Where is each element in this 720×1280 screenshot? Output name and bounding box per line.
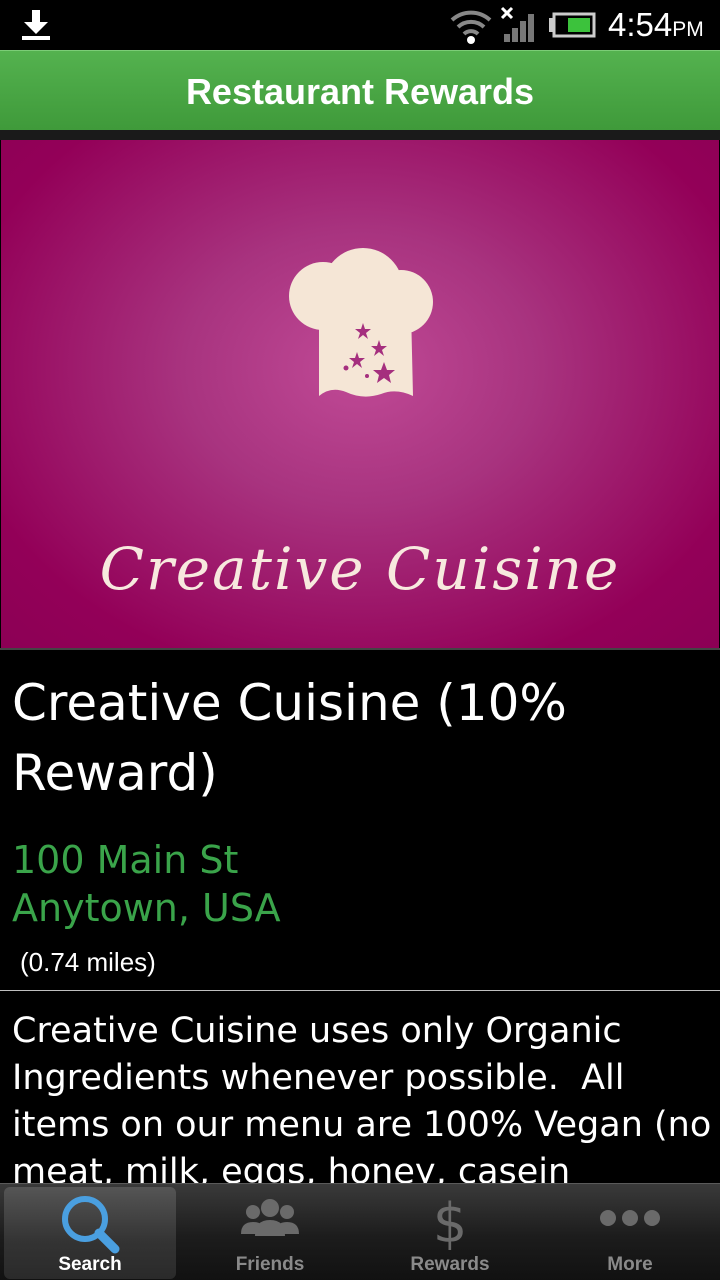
status-bar: 4:54PM xyxy=(0,0,720,50)
signal-icon xyxy=(500,6,534,42)
address-line-2[interactable]: Anytown, USA xyxy=(12,884,281,932)
tab-label: Search xyxy=(58,1254,122,1275)
divider xyxy=(0,648,720,650)
svg-text:$: $ xyxy=(433,1192,467,1252)
restaurant-name: Creative Cuisine (10% Reward) xyxy=(12,674,567,802)
tab-label: Friends xyxy=(235,1254,305,1275)
restaurant-description: Creative Cuisine uses only Organic Ingre… xyxy=(12,1011,712,1184)
bottom-tab-bar: Search Friends $ Rewards More xyxy=(0,1183,720,1280)
battery-icon xyxy=(549,12,596,38)
clock: 4:54PM xyxy=(608,6,704,43)
description-scroll[interactable]: Creative Cuisine uses only Organic Ingre… xyxy=(12,1008,712,1184)
action-bar-shadow xyxy=(0,130,720,140)
distance-label: (0.74 miles) xyxy=(20,947,156,977)
restaurant-logo-image: Creative Cuisine xyxy=(1,140,719,648)
friends-icon xyxy=(241,1199,299,1236)
tab-label: Rewards xyxy=(410,1254,490,1275)
tab-more[interactable]: More xyxy=(540,1184,720,1280)
tab-label: More xyxy=(607,1254,653,1275)
more-icon xyxy=(600,1210,660,1226)
app-title: Restaurant Rewards xyxy=(185,71,535,112)
address-line-1[interactable]: 100 Main St xyxy=(12,836,238,884)
clock-ampm: PM xyxy=(672,18,704,41)
search-icon xyxy=(62,1196,120,1254)
tab-search[interactable]: Search xyxy=(4,1187,176,1279)
dollar-icon: $ xyxy=(433,1192,467,1252)
tab-rewards[interactable]: $ Rewards xyxy=(360,1184,540,1280)
download-icon xyxy=(22,10,50,40)
wifi-icon xyxy=(450,10,492,44)
divider xyxy=(0,990,720,991)
tab-friends[interactable]: Friends xyxy=(180,1184,360,1280)
action-bar: Restaurant Rewards xyxy=(0,50,720,130)
logo-wordmark: Creative Cuisine xyxy=(99,535,621,603)
